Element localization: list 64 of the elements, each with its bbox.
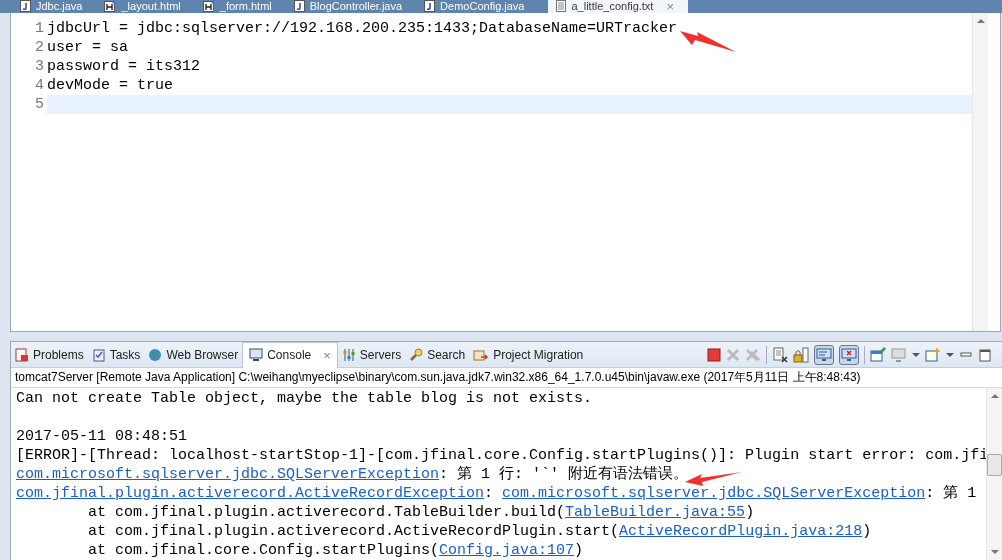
monitor-icon [249, 348, 264, 362]
close-tab-button[interactable]: × [323, 347, 331, 363]
process-label: tomcat7Server [Remote Java Application] C:\weihang\myeclipse\binary\com.sun.java.jdk7.win32.x86_64_1.7.0.u45\bin\javaw.exe (2017年5月11日 上午8:48:43) [11, 368, 1002, 388]
maximize-icon[interactable] [978, 347, 992, 362]
scroll-lock-icon[interactable] [793, 346, 809, 363]
terminate-icon[interactable] [707, 347, 721, 362]
migration-icon [473, 347, 490, 362]
editor-tab[interactable]: a_little_config.txt × [548, 0, 688, 13]
stack-trace-link[interactable]: ActiveRecordPlugin.java:218 [619, 523, 863, 540]
clear-console-icon[interactable] [772, 346, 788, 363]
java-file-icon [293, 0, 305, 13]
view-tab[interactable]: Web Browser [144, 342, 243, 367]
view-tab[interactable]: Console × [242, 341, 338, 368]
code-line: devMode = true [47, 75, 174, 95]
console-text: 2017-05-11 08:48:51 [16, 428, 188, 445]
text-editor[interactable]: 1 jdbcUrl = jdbc:sqlserver://192.168.200.235:1433;DatabaseName=URTracker 2 user = sa 3 password = its312 4 devMode = true 5 [10, 12, 1001, 332]
console-text: at com.jfinal.plugin.activerecord.ActiveRecordPlugin.start( [87, 523, 620, 540]
code-line: jdbcUrl = jdbc:sqlserver://192.168.200.235:1433;DatabaseName=URTracker [47, 18, 678, 38]
sliders-icon [341, 347, 356, 362]
show-on-error-button[interactable] [839, 344, 859, 365]
view-tab[interactable]: Servers [337, 342, 406, 367]
editor-tab[interactable]: DemoConfig.java [416, 0, 539, 13]
editor-tab[interactable]: _layout.html [96, 0, 195, 13]
pin-icon[interactable] [870, 346, 886, 363]
java-file-icon [20, 0, 31, 13]
stack-trace-link[interactable]: com.microsoft.sqlserver.jdbc.SQLServerException [16, 466, 440, 483]
editor-tab[interactable]: BlogController.java [285, 0, 417, 13]
console-text: ) [574, 542, 584, 559]
globe-icon [148, 347, 163, 362]
html-file-icon [202, 0, 215, 13]
view-tab[interactable]: Tasks [87, 342, 145, 367]
console-text: at com.jfinal.plugin.activerecord.TableBuilder.build( [87, 504, 566, 521]
scrollbar[interactable] [986, 388, 1002, 560]
close-tab-button[interactable]: × [666, 0, 674, 12]
display-console-icon[interactable] [891, 346, 907, 363]
console-text: Can not create Table object, maybe the table blog is not exists. [16, 390, 593, 407]
view-tab[interactable]: Search [405, 342, 470, 367]
show-on-output-button[interactable] [814, 344, 834, 365]
console-text: at com.jfinal.core.Config.startPlugins( [87, 542, 440, 559]
editor-tab[interactable]: _form.html [194, 0, 286, 13]
new-console-icon[interactable] [925, 346, 941, 363]
view-tab[interactable]: Problems [11, 342, 88, 367]
editor-tab[interactable]: Jdbc.java [12, 0, 97, 13]
clipboard-check-icon [91, 347, 106, 362]
console-text: : 第 1 行: '`' 附近有语法错误。 [439, 466, 689, 483]
code-line: user = sa [47, 37, 128, 57]
code-line: password = its312 [47, 56, 201, 76]
console-text: ) [745, 504, 755, 521]
stack-trace-link[interactable]: com.jfinal.plugin.activerecord.ActiveRecordException [16, 485, 485, 502]
java-file-icon [424, 0, 436, 13]
stack-trace-link[interactable]: Config.java:107 [439, 542, 575, 559]
console-text: : 第 1 [925, 485, 977, 502]
html-file-icon [104, 0, 117, 13]
console-text: ) [862, 523, 872, 540]
caret-icon[interactable] [946, 352, 954, 357]
view-tab[interactable]: Project Migration [469, 342, 588, 367]
caret-icon[interactable] [912, 352, 920, 357]
text-file-icon [556, 0, 567, 13]
console-text: : [484, 485, 495, 502]
stack-trace-link[interactable]: TableBuilder.java:55 [565, 504, 746, 521]
search-icon [409, 347, 424, 362]
stack-trace-link[interactable]: com.microsoft.sqlserver.jdbc.SQLServerException [502, 485, 926, 502]
problems-icon [15, 347, 29, 362]
scrollbar[interactable] [972, 12, 988, 331]
